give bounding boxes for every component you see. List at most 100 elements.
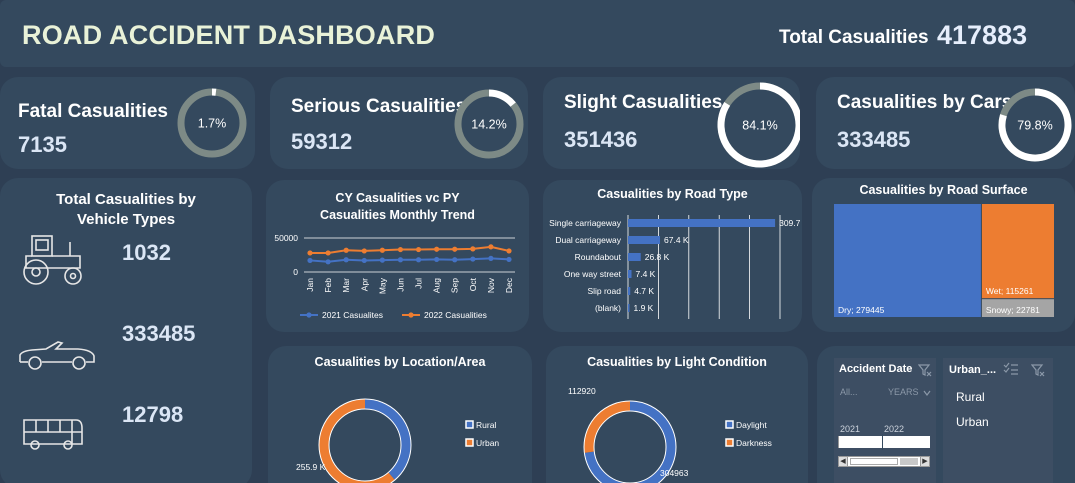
accident-date-slicer[interactable]: Accident Date All... YEARS 2021 2022 ◀ ▶ bbox=[834, 358, 936, 483]
dashboard-title: ROAD ACCIDENT DASHBOARD bbox=[22, 20, 436, 50]
category-label: One way street bbox=[564, 269, 622, 279]
x-tick-label: Feb bbox=[323, 278, 333, 293]
timeline-year-2022[interactable]: 2022 bbox=[884, 424, 904, 434]
slicer-item-urban[interactable]: Urban bbox=[956, 415, 989, 429]
data-label: 1.9 K bbox=[634, 303, 654, 313]
vehicle-title-line1: Total Casualities by bbox=[56, 191, 196, 208]
kpi-card-cars: Casualities by Cars 333485 79.8% bbox=[816, 77, 1075, 169]
ring-percentage-label: 1.7% bbox=[198, 117, 227, 131]
data-label: 309.7 K bbox=[779, 218, 802, 228]
multi-select-icon[interactable] bbox=[1003, 362, 1019, 376]
data-label: 7.4 K bbox=[636, 269, 656, 279]
data-point bbox=[415, 257, 422, 263]
x-tick-label: Sep bbox=[450, 278, 460, 293]
data-label: 304963 bbox=[660, 468, 689, 478]
bar bbox=[628, 270, 632, 278]
data-point bbox=[488, 244, 494, 250]
slicer-years-label[interactable]: YEARS bbox=[888, 387, 919, 397]
ring-percentage-label: 84.1% bbox=[742, 119, 777, 133]
legend-label: 2021 Casualites bbox=[322, 310, 383, 320]
slicer-all-label[interactable]: All... bbox=[840, 387, 858, 397]
data-point bbox=[434, 256, 440, 263]
timeline-year-2021[interactable]: 2021 bbox=[840, 424, 860, 434]
urban-slicer[interactable]: Urban_... Rural Urban bbox=[943, 358, 1053, 483]
data-point bbox=[325, 259, 331, 265]
data-point bbox=[506, 248, 512, 254]
clear-filter-icon[interactable] bbox=[1031, 363, 1045, 377]
treemap-tile bbox=[834, 204, 981, 317]
road-type-card: Casualities by Road Type Single carriage… bbox=[543, 180, 802, 332]
tractor-icon bbox=[23, 235, 82, 285]
data-point bbox=[307, 250, 313, 256]
road-surface-treemap: Dry; 279445 Wet; 115261 Snowy; 22781 bbox=[834, 204, 1054, 317]
legend-label: Daylight bbox=[736, 420, 767, 430]
doughnut-slice bbox=[584, 401, 631, 453]
data-point bbox=[452, 246, 458, 252]
timeline-bar[interactable] bbox=[838, 436, 930, 448]
kpi-value: 7135 bbox=[18, 132, 67, 157]
category-label: Slip road bbox=[587, 286, 621, 296]
treemap-label: Wet; 115261 bbox=[986, 286, 1034, 296]
bar bbox=[628, 253, 641, 261]
kpi-card-serious: Serious Casualities 59312 14.2% bbox=[270, 77, 528, 169]
total-casualities-label: Total Casualities bbox=[779, 27, 929, 48]
x-tick-label: Jul bbox=[414, 278, 424, 289]
doughnut-outline bbox=[328, 408, 402, 482]
kpi-value: 59312 bbox=[291, 129, 353, 154]
ring-percentage-label: 79.8% bbox=[1017, 119, 1052, 133]
bar bbox=[628, 219, 776, 227]
doughnut-outline bbox=[593, 410, 667, 483]
kpi-label: Slight Casualities bbox=[564, 92, 723, 113]
data-point bbox=[325, 250, 331, 256]
data-point bbox=[506, 256, 512, 263]
x-tick-label: Nov bbox=[486, 277, 496, 293]
legend-label: 2022 Casualities bbox=[424, 310, 487, 320]
kpi-label: Serious Casualities bbox=[291, 96, 467, 117]
doughnut-slice bbox=[319, 399, 395, 483]
chevron-down-icon[interactable] bbox=[923, 390, 931, 396]
data-point bbox=[361, 257, 367, 264]
data-point bbox=[379, 257, 385, 263]
scroll-thumb-track bbox=[900, 458, 918, 465]
slicer-item-rural[interactable]: Rural bbox=[956, 390, 985, 404]
category-label: Dual carriageway bbox=[555, 235, 621, 245]
x-tick-label: Mar bbox=[341, 278, 351, 293]
monthly-trend-line-chart: 50000 0 Jan Feb Mar Apr May Jun Jul Aug Sep Oct Nov D… bbox=[274, 233, 515, 320]
clear-filter-icon[interactable] bbox=[918, 363, 932, 377]
vehicle-title-line2: Vehicle Types bbox=[76, 211, 176, 228]
location-area-card: Casualities by Location/Area 255.9 K Rura… bbox=[268, 346, 532, 483]
x-tick-label: May bbox=[377, 277, 387, 294]
legend-marker bbox=[306, 312, 312, 318]
data-label: 4.7 K bbox=[634, 286, 654, 296]
vehicle-types-title: Total Casualities by Vehicle Types bbox=[0, 190, 252, 230]
kpi-label: Casualities by Cars bbox=[837, 92, 1013, 113]
x-tick-label: Apr bbox=[359, 278, 369, 291]
treemap-label: Dry; 279445 bbox=[838, 305, 885, 315]
x-tick-label: Oct bbox=[468, 277, 478, 291]
kpi-card-slight: Slight Casualities 351436 84.1% bbox=[543, 77, 800, 169]
kpi-percentage-ring: 79.8% bbox=[998, 88, 1072, 162]
data-point bbox=[343, 257, 349, 263]
kpi-card-fatal: Fatal Casualities 7135 1.7% bbox=[0, 77, 255, 169]
x-tick-label: Jan bbox=[305, 278, 315, 292]
x-tick-label: Dec bbox=[504, 277, 514, 293]
legend-swatch bbox=[465, 438, 474, 447]
legend-label: Rural bbox=[476, 420, 496, 430]
tractor-casualities-value: 1032 bbox=[122, 240, 171, 265]
data-point bbox=[434, 246, 440, 252]
kpi-percentage-ring: 84.1% bbox=[717, 82, 800, 168]
light-condition-card: Casualities by Light Condition 304963 112… bbox=[546, 346, 808, 483]
data-label: 26.8 K bbox=[645, 252, 670, 262]
data-point bbox=[415, 246, 422, 253]
slicer-title: Urban_... bbox=[949, 364, 997, 376]
scroll-left-button[interactable]: ◀ bbox=[839, 457, 848, 466]
kpi-percentage-ring: 1.7% bbox=[177, 88, 247, 158]
vehicle-types-card: Total Casualities by Vehicle Types 1032 … bbox=[0, 178, 252, 483]
dashboard-header: ROAD ACCIDENT DASHBOARD Total Casualitie… bbox=[0, 0, 1075, 67]
scroll-right-button[interactable]: ▶ bbox=[920, 457, 929, 466]
data-label: 67.4 K bbox=[664, 235, 689, 245]
car-icon bbox=[19, 341, 95, 370]
kpi-label: Fatal Casualities bbox=[18, 101, 168, 122]
scroll-thumb[interactable] bbox=[850, 458, 898, 465]
data-point bbox=[470, 256, 476, 262]
